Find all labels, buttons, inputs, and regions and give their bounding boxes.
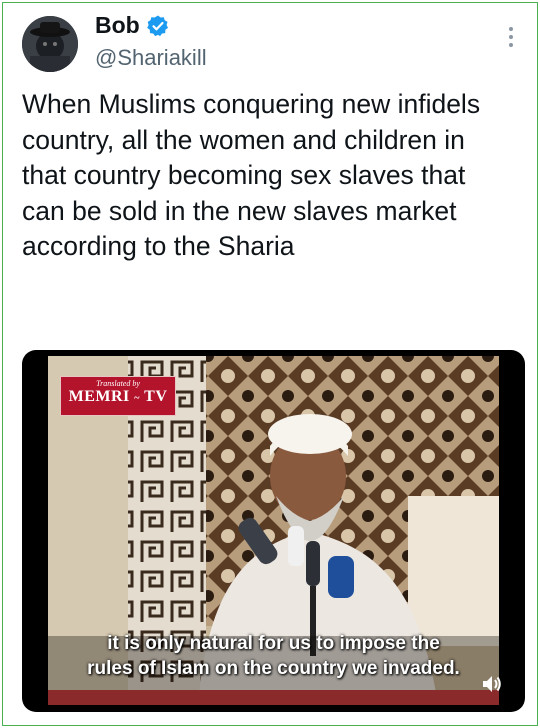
author-row: Bob: [95, 12, 170, 39]
memri-tv-logo: Translated by MEMRI ~ TV: [60, 376, 176, 416]
verified-badge-icon: [146, 15, 168, 36]
logo-tv: TV: [144, 388, 168, 405]
more-options-icon[interactable]: [507, 27, 515, 53]
video-frame[interactable]: Translated by MEMRI ~ TV it is only natu…: [48, 356, 499, 705]
logo-translated-text: Translated by: [96, 379, 140, 388]
logo-memri: MEMRI: [68, 388, 130, 405]
tweet-text: When Muslims conquering new infidels cou…: [22, 89, 481, 261]
author-name[interactable]: Bob: [95, 12, 140, 39]
author-handle[interactable]: @Shariakill: [95, 45, 207, 71]
video-subtitle-line1: it is only natural for us to impose the: [107, 633, 440, 654]
tweet-video[interactable]: Translated by MEMRI ~ TV it is only natu…: [22, 350, 525, 712]
video-subtitle-line2: rules of Islam on the country we invaded…: [87, 658, 460, 679]
volume-icon[interactable]: [481, 674, 503, 694]
avatar[interactable]: [22, 16, 78, 72]
tweet-card: Bob @Shariakill When Muslims conquering …: [2, 2, 538, 726]
logo-title: MEMRI ~ TV: [68, 388, 168, 405]
